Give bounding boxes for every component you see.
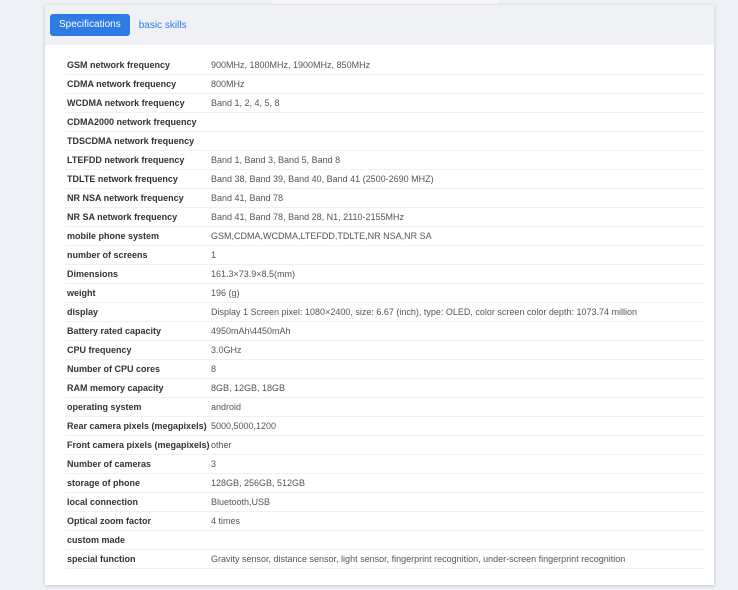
spec-row: Battery rated capacity 4950mAh\4450mAh — [65, 322, 704, 341]
spec-label: number of screens — [67, 250, 148, 260]
spec-value: 8 — [211, 364, 217, 374]
tab-basic-skills[interactable]: basic skills — [139, 20, 187, 31]
spec-value: Band 41, Band 78 — [211, 193, 284, 203]
spec-value: other — [211, 440, 232, 450]
spec-row: Number of CPU cores 8 — [65, 360, 704, 379]
spec-value: 1 — [211, 250, 217, 260]
tab-specifications[interactable]: Specifications — [50, 14, 130, 36]
spec-value: 5000,5000,1200 — [211, 421, 277, 431]
spec-label: Number of cameras — [67, 459, 152, 469]
spec-row: RAM memory capacity 8GB, 12GB, 18GB — [65, 379, 704, 398]
spec-label: operating system — [67, 402, 142, 412]
spec-value: 4 times — [211, 516, 241, 526]
spec-row: Number of cameras 3 — [65, 455, 704, 474]
spec-row: GSM network frequency 900MHz, 1800MHz, 19… — [65, 56, 704, 75]
spec-value: 8GB, 12GB, 18GB — [211, 383, 286, 393]
spec-row: LTEFDD network frequency Band 1, Band 3, … — [65, 151, 704, 170]
spec-label: RAM memory capacity — [67, 383, 164, 393]
spec-row: custom made — [65, 531, 704, 550]
spec-label: Front camera pixels (megapixels) — [67, 440, 210, 450]
spec-row: NR SA network frequency Band 41, Band 78,… — [65, 208, 704, 227]
spec-row: TDSCDMA network frequency — [65, 132, 704, 151]
spec-value: 161.3×73.9×8.5(mm) — [211, 269, 296, 279]
spec-row: local connection Bluetooth,USB — [65, 493, 704, 512]
spec-label: Dimensions — [67, 269, 119, 279]
specs-card: Specifications basic skills GSM network … — [45, 5, 714, 585]
spec-row: storage of phone 128GB, 256GB, 512GB — [65, 474, 704, 493]
spec-label: TDSCDMA network frequency — [67, 136, 195, 146]
spec-value: Band 1, 2, 4, 5, 8 — [211, 98, 280, 108]
spec-value: Display 1 Screen pixel: 1080×2400, size:… — [211, 307, 637, 317]
spec-label: local connection — [67, 497, 139, 507]
spec-label: WCDMA network frequency — [67, 98, 185, 108]
spec-row: CPU frequency 3.0GHz — [65, 341, 704, 360]
spec-value: 4950mAh\4450mAh — [211, 326, 291, 336]
spec-value: android — [211, 402, 242, 412]
spec-value: 3.0GHz — [211, 345, 242, 355]
spec-row: Optical zoom factor 4 times — [65, 512, 704, 531]
spec-label: Optical zoom factor — [67, 516, 152, 526]
spec-label: TDLTE network frequency — [67, 174, 178, 184]
spec-value: Band 38, Band 39, Band 40, Band 41 (2500… — [211, 174, 434, 184]
spec-label: Rear camera pixels (megapixels) — [67, 421, 207, 431]
spec-row: Rear camera pixels (megapixels) 5000,5000… — [65, 417, 704, 436]
spec-value: Band 1, Band 3, Band 5, Band 8 — [211, 155, 341, 165]
spec-label: Battery rated capacity — [67, 326, 162, 336]
spec-row: special function Gravity sensor, distance… — [65, 550, 704, 569]
spec-value: 900MHz, 1800MHz, 1900MHz, 850MHz — [211, 60, 371, 70]
spec-value: 800MHz — [211, 79, 245, 89]
spec-row: CDMA network frequency 800MHz — [65, 75, 704, 94]
spec-label: LTEFDD network frequency — [67, 155, 185, 165]
top-strip — [272, 0, 498, 4]
spec-label: storage of phone — [67, 478, 141, 488]
spec-value: Gravity sensor, distance sensor, light s… — [211, 554, 626, 564]
spec-row: number of screens 1 — [65, 246, 704, 265]
spec-value: Band 41, Band 78, Band 28, N1, 2110-2155… — [211, 212, 404, 222]
spec-label: CDMA network frequency — [67, 79, 177, 89]
spec-value: GSM,CDMA,WCDMA,LTEFDD,TDLTE,NR NSA,NR SA — [211, 231, 432, 241]
spec-table: GSM network frequency 900MHz, 1800MHz, 19… — [65, 56, 704, 569]
tab-bar: Specifications basic skills — [45, 5, 714, 45]
spec-row: weight 196 (g) — [65, 284, 704, 303]
spec-label: Number of CPU cores — [67, 364, 161, 374]
spec-row: display Display 1 Screen pixel: 1080×2400… — [65, 303, 704, 322]
spec-label: mobile phone system — [67, 231, 160, 241]
spec-row: CDMA2000 network frequency — [65, 113, 704, 132]
spec-row: NR NSA network frequency Band 41, Band 78 — [65, 189, 704, 208]
spec-label: CDMA2000 network frequency — [67, 117, 197, 127]
spec-label: special function — [67, 554, 136, 564]
spec-value: 3 — [211, 459, 217, 469]
spec-value: Bluetooth,USB — [211, 497, 271, 507]
spec-row: TDLTE network frequency Band 38, Band 39,… — [65, 170, 704, 189]
spec-label: custom made — [67, 535, 126, 545]
spec-label: weight — [67, 288, 96, 298]
spec-label: display — [67, 307, 99, 317]
spec-label: GSM network frequency — [67, 60, 171, 70]
spec-value: 196 (g) — [211, 288, 240, 298]
spec-row: Dimensions 161.3×73.9×8.5(mm) — [65, 265, 704, 284]
spec-row: mobile phone system GSM,CDMA,WCDMA,LTEFDD… — [65, 227, 704, 246]
spec-label: NR SA network frequency — [67, 212, 178, 222]
spec-label: NR NSA network frequency — [67, 193, 184, 203]
spec-label: CPU frequency — [67, 345, 132, 355]
spec-row: WCDMA network frequency Band 1, 2, 4, 5, … — [65, 94, 704, 113]
spec-row: operating system android — [65, 398, 704, 417]
spec-row: Front camera pixels (megapixels) other — [65, 436, 704, 455]
spec-value: 128GB, 256GB, 512GB — [211, 478, 306, 488]
